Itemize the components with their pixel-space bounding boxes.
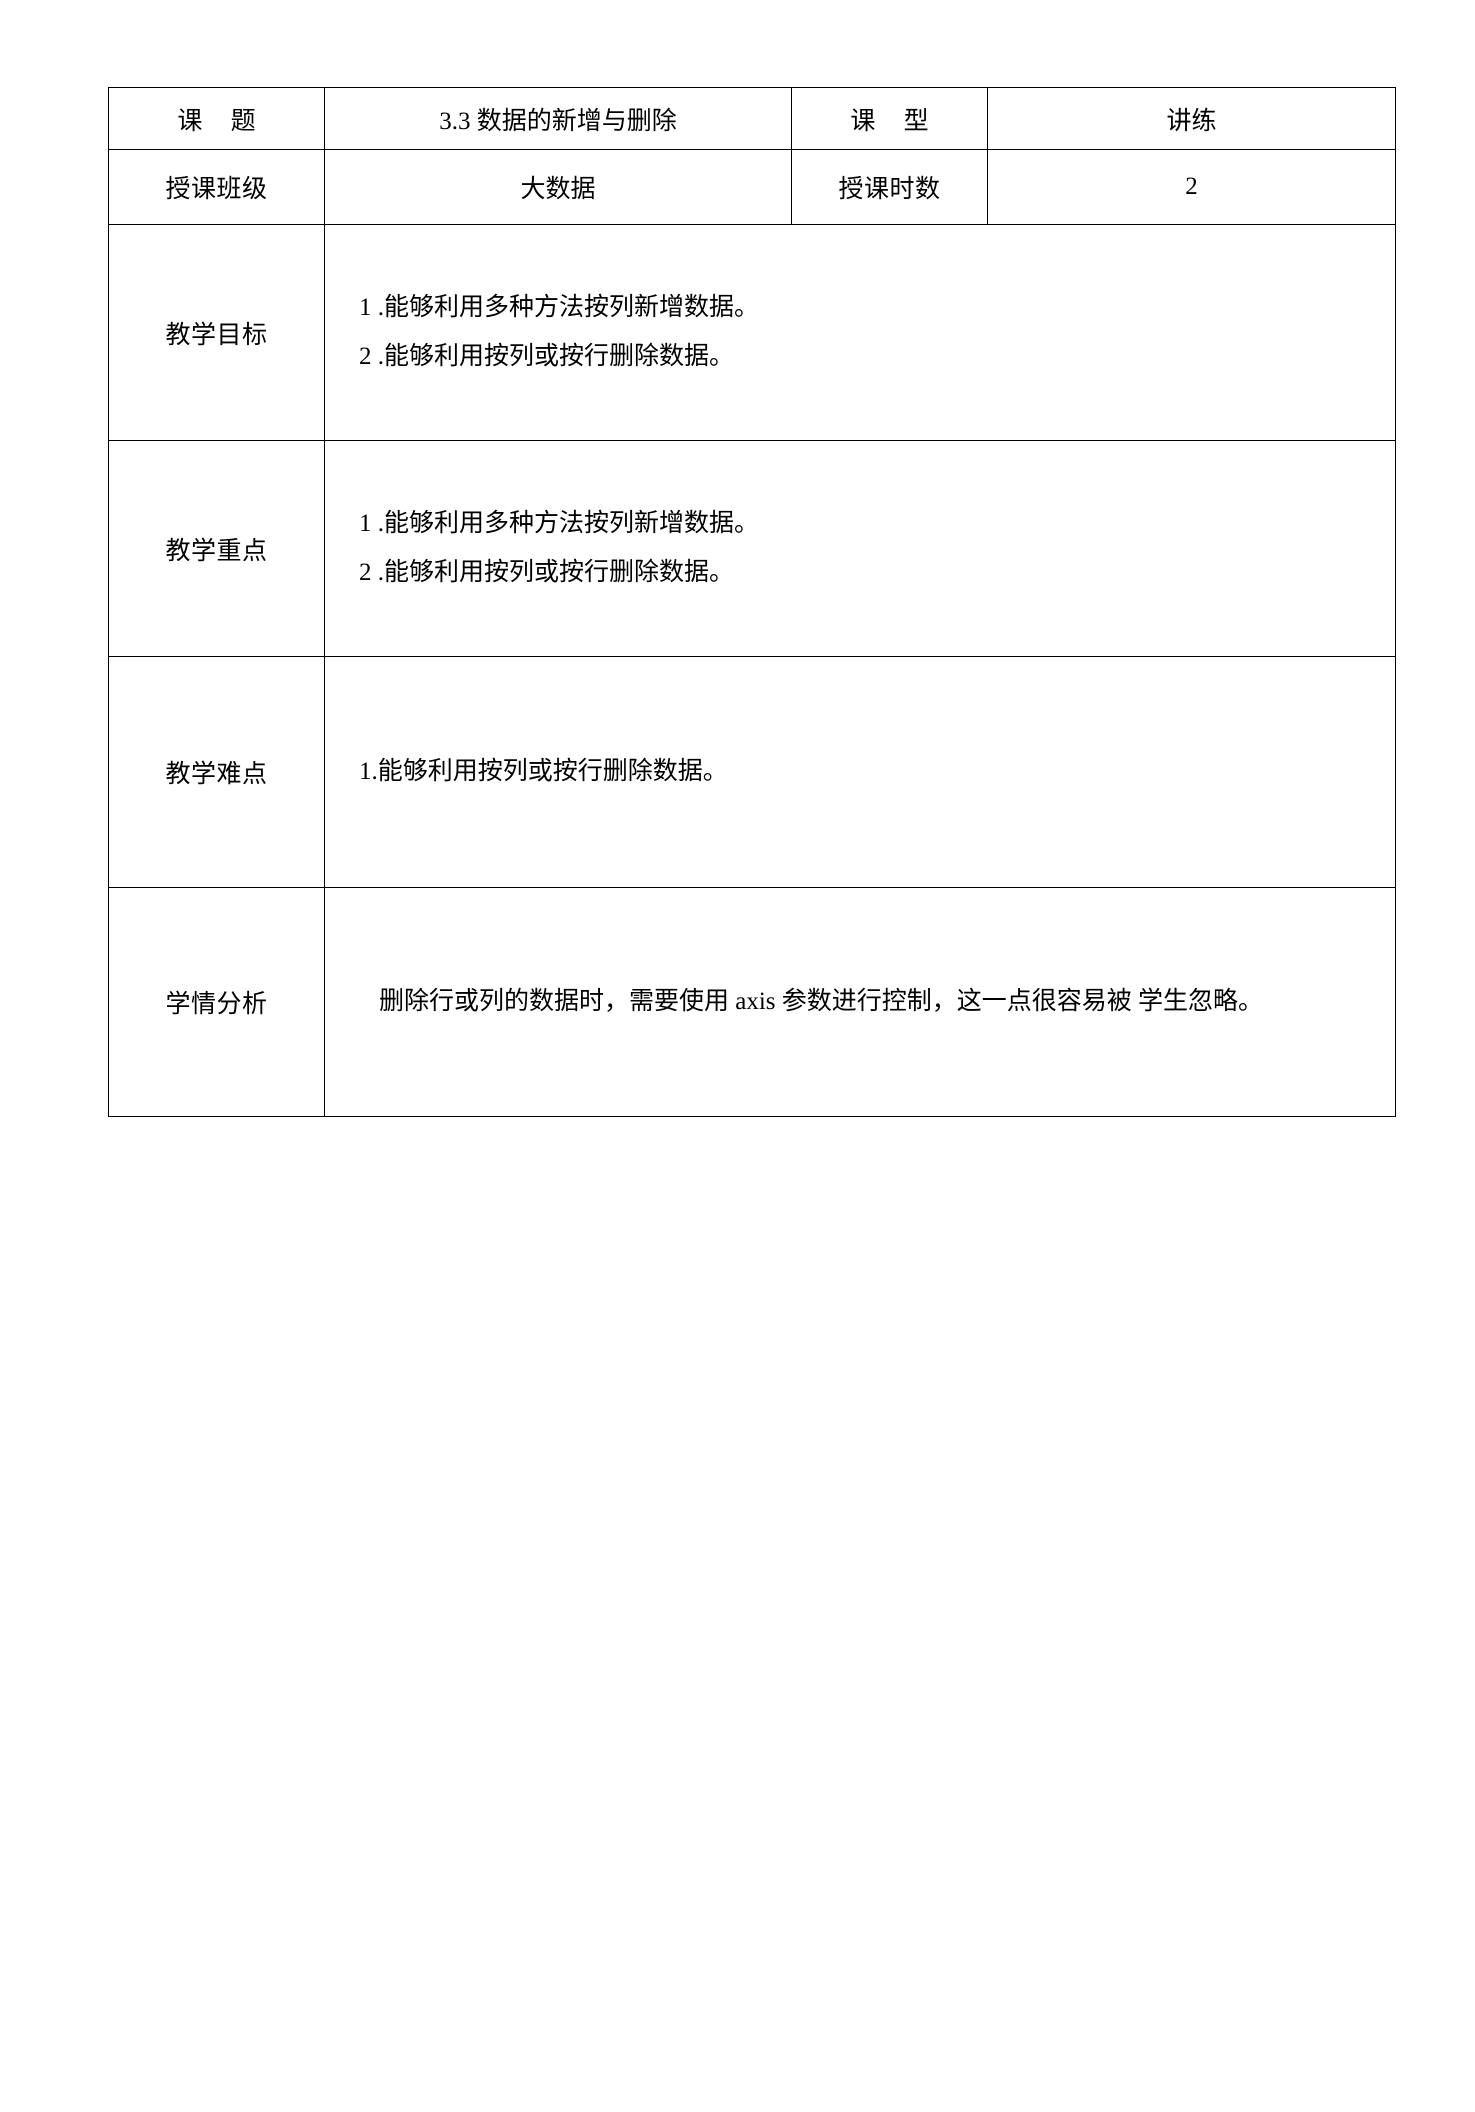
table-row-key-points: 教学重点 1 .能够利用多种方法按列新增数据。 2 .能够利用按列或按行删除数据… — [108, 440, 1396, 657]
label-objectives: 教学目标 — [108, 224, 325, 441]
key-points-list: 1 .能够利用多种方法按列新增数据。 2 .能够利用按列或按行删除数据。 — [325, 500, 1395, 598]
value-teaching-class: 大数据 — [324, 149, 792, 225]
value-class-type: 讲练 — [987, 87, 1396, 150]
content-objectives: 1 .能够利用多种方法按列新增数据。 2 .能够利用按列或按行删除数据。 — [324, 224, 1396, 441]
label-topic: 课 题 — [108, 87, 325, 150]
label-teaching-hours: 授课时数 — [791, 149, 988, 225]
table-row-student-analysis: 学情分析 删除行或列的数据时，需要使用 axis 参数进行控制，这一点很容易被 … — [108, 887, 1396, 1117]
content-key-points: 1 .能够利用多种方法按列新增数据。 2 .能够利用按列或按行删除数据。 — [324, 440, 1396, 657]
content-student-analysis: 删除行或列的数据时，需要使用 axis 参数进行控制，这一点很容易被 学生忽略。 — [324, 887, 1396, 1117]
label-class-type: 课 型 — [791, 87, 988, 150]
objectives-list: 1 .能够利用多种方法按列新增数据。 2 .能够利用按列或按行删除数据。 — [325, 284, 1395, 382]
label-key-points: 教学重点 — [108, 440, 325, 657]
label-student-analysis: 学情分析 — [108, 887, 325, 1117]
student-analysis-text: 删除行或列的数据时，需要使用 axis 参数进行控制，这一点很容易被 学生忽略。 — [379, 988, 1264, 1015]
document-page: 课 题 3.3 数据的新增与删除 课 型 讲练 授课班级 大数据 授课时数 2 … — [0, 0, 1475, 2112]
label-difficult-points: 教学难点 — [108, 656, 325, 888]
table-row-class: 授课班级 大数据 授课时数 2 — [108, 149, 1396, 225]
difficult-points-item: 1.能够利用按列或按行删除数据。 — [359, 758, 728, 786]
difficult-points-list: 1.能够利用按列或按行删除数据。 — [325, 748, 1395, 796]
value-teaching-hours: 2 — [987, 149, 1396, 225]
label-teaching-class: 授课班级 — [108, 149, 325, 225]
objectives-item: 2 .能够利用按列或按行删除数据。 — [359, 342, 735, 370]
value-topic: 3.3 数据的新增与删除 — [324, 87, 792, 150]
lesson-plan-table: 课 题 3.3 数据的新增与删除 课 型 讲练 授课班级 大数据 授课时数 2 … — [108, 87, 1396, 1117]
content-difficult-points: 1.能够利用按列或按行删除数据。 — [324, 656, 1396, 888]
table-row-difficult-points: 教学难点 1.能够利用按列或按行删除数据。 — [108, 656, 1396, 888]
objectives-item: 1 .能够利用多种方法按列新增数据。 — [359, 293, 760, 321]
key-points-item: 2 .能够利用按列或按行删除数据。 — [359, 558, 735, 586]
key-points-item: 1 .能够利用多种方法按列新增数据。 — [359, 509, 760, 537]
table-row-objectives: 教学目标 1 .能够利用多种方法按列新增数据。 2 .能够利用按列或按行删除数据… — [108, 224, 1396, 441]
table-row-topic: 课 题 3.3 数据的新增与删除 课 型 讲练 — [108, 87, 1396, 150]
